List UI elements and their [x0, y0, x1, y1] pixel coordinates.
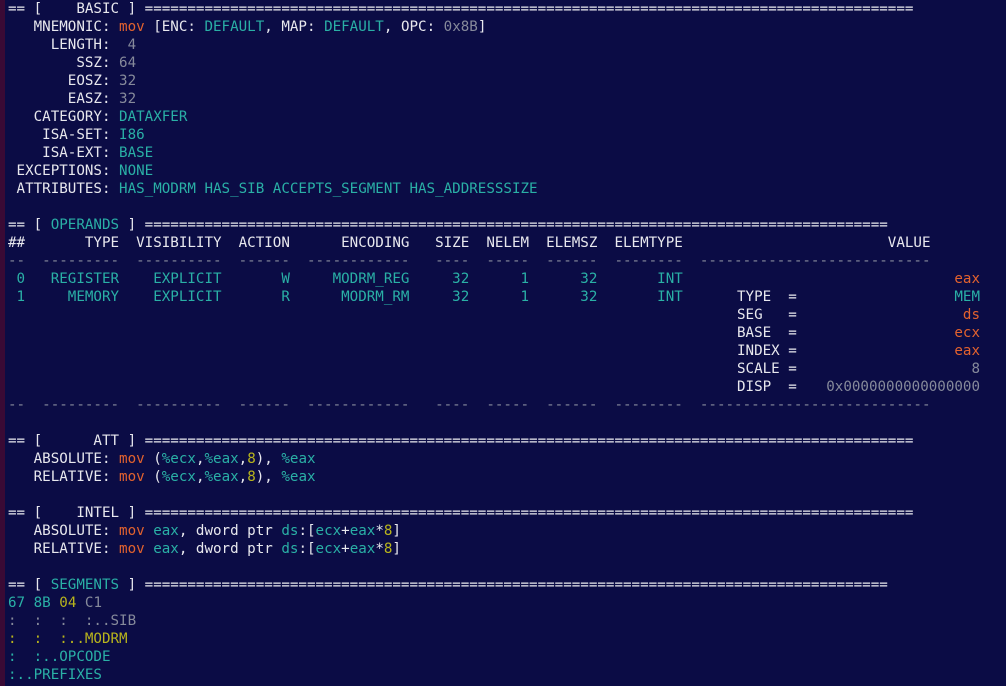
basic-header: == [ BASIC ] ===========================… — [8, 1, 914, 17]
terminal-window: == [ BASIC ] ===========================… — [0, 0, 1006, 686]
mem-seg-label: SEG = — [737, 307, 797, 323]
mem-disp-label: DISP = — [737, 379, 797, 395]
eosz-line: EOSZ: 32 — [8, 73, 137, 89]
operand-row-0: 0 REGISTER EXPLICIT W MODRM_REG 32 1 32 … — [8, 271, 683, 287]
mnemonic-line: MNEMONIC: mov [ENC: DEFAULT, MAP: DEFAUL… — [8, 19, 487, 35]
intel-header: == [ INTEL ] ===========================… — [8, 505, 914, 521]
category-line: CATEGORY: DATAXFER — [8, 109, 188, 125]
easz-line: EASZ: 32 — [8, 91, 137, 107]
mem-index-value: eax — [954, 343, 980, 359]
att-absolute-line: ABSOLUTE: mov (%ecx,%eax,8), %eax — [8, 451, 316, 467]
window-edge — [0, 0, 5, 686]
operands-column-headers: ## TYPE VISIBILITY ACTION ENCODING SIZE … — [8, 235, 931, 251]
exceptions-line: EXCEPTIONS: NONE — [8, 163, 154, 179]
segment-bytes: 67 8B 04 C1 — [8, 595, 103, 611]
segment-modrm-label: : : :..MODRM — [8, 631, 128, 647]
segment-opcode-label: : :..OPCODE — [8, 649, 111, 665]
operand-row-0-value: eax — [954, 271, 980, 287]
intel-relative-line: RELATIVE: mov eax, dword ptr ds:[ecx+eax… — [8, 541, 401, 557]
mem-scale-value: 8 — [971, 361, 980, 377]
segment-prefixes-label: :..PREFIXES — [8, 667, 102, 683]
mem-base-label: BASE = — [737, 325, 797, 341]
operand-row-1: 1 MEMORY EXPLICIT R MODRM_RM 32 1 32 INT — [8, 289, 683, 305]
mem-type-value: MEM — [954, 289, 980, 305]
mem-scale-label: SCALE = — [737, 361, 797, 377]
att-header: == [ ATT ] =============================… — [8, 433, 914, 449]
operands-dashes-bottom: -- --------- ---------- ------ ---------… — [8, 397, 931, 413]
att-relative-line: RELATIVE: mov (%ecx,%eax,8), %eax — [8, 469, 316, 485]
operands-header: == [ OPERANDS ] ========================… — [8, 217, 888, 233]
attributes-line: ATTRIBUTES: HAS_MODRM HAS_SIB ACCEPTS_SE… — [8, 181, 538, 197]
ssz-line: SSZ: 64 — [8, 55, 137, 71]
mnemonic-value: mov — [119, 19, 145, 35]
length-line: LENGTH: 4 — [8, 37, 137, 53]
mem-disp-value: 0x0000000000000000 — [826, 379, 980, 395]
isaset-line: ISA-SET: I86 — [8, 127, 145, 143]
isaext-line: ISA-EXT: BASE — [8, 145, 154, 161]
mem-seg-value: ds — [962, 307, 980, 323]
intel-absolute-line: ABSOLUTE: mov eax, dword ptr ds:[ecx+eax… — [8, 523, 401, 539]
operands-dashes-top: -- --------- ---------- ------ ---------… — [8, 253, 931, 269]
mem-base-value: ecx — [954, 325, 980, 341]
mem-index-label: INDEX = — [737, 343, 797, 359]
segments-header: == [ SEGMENTS ] ========================… — [8, 577, 888, 593]
mem-type-label: TYPE = — [737, 289, 797, 305]
segment-sib-label: : : : :..SIB — [8, 613, 137, 629]
